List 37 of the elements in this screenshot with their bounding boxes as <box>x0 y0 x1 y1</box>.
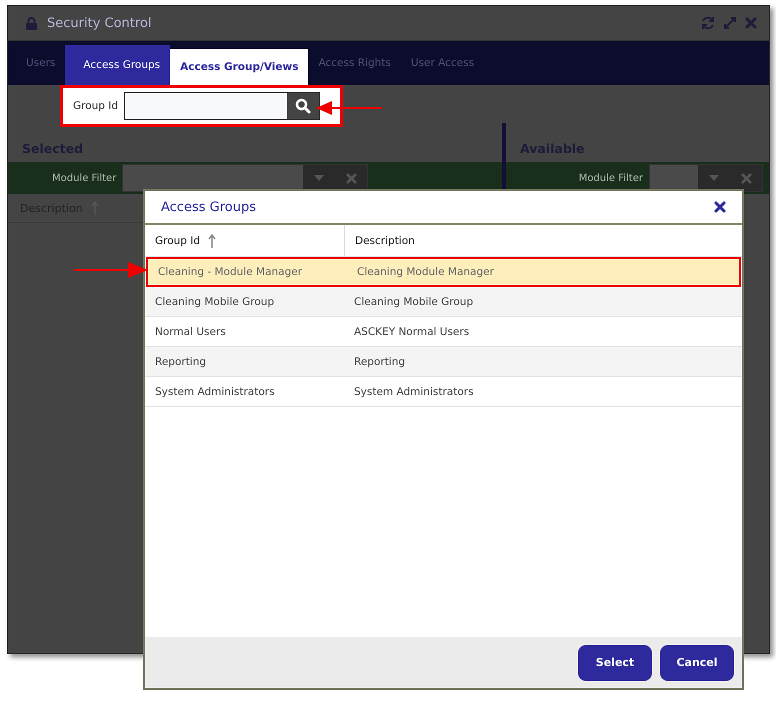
group-id-field[interactable] <box>124 92 320 120</box>
table-cell-text: Cleaning Mobile Group <box>353 294 474 310</box>
dialog-button[interactable]: Select <box>578 644 652 680</box>
window-title: Security Control <box>47 16 153 30</box>
sort-arrow-icon[interactable] <box>208 234 216 248</box>
tab[interactable]: Access Group/Views <box>170 49 308 85</box>
caret-icon <box>314 175 324 181</box>
table-cell-text: Reporting <box>154 354 208 370</box>
column-header[interactable]: Group Id <box>155 234 200 246</box>
search-icon <box>295 98 312 114</box>
table-row[interactable]: System Administrators System Administrators <box>145 377 742 407</box>
filter-label: Module Filter <box>52 172 116 184</box>
lock-icon <box>26 16 37 30</box>
table-cell-text: Cleaning - Module Manager <box>157 265 304 280</box>
module-filter-dropdown[interactable] <box>122 164 368 192</box>
table-row[interactable]: Cleaning Mobile Group Cleaning Mobile Group <box>145 287 742 317</box>
table-cell-text: Cleaning Mobile Group <box>154 294 276 310</box>
dialog-title: Access Groups <box>161 200 257 214</box>
field-label: Group Id <box>73 100 118 112</box>
column-header[interactable]: Description <box>355 234 415 246</box>
clear-icon[interactable] <box>346 172 357 184</box>
table-cell-text: Normal Users <box>154 324 227 340</box>
filter-label: Module Filter <box>578 172 643 184</box>
table-row[interactable]: Reporting Reporting <box>145 347 742 377</box>
caret-icon <box>709 175 719 181</box>
table-cell-text: System Administrators <box>154 384 276 400</box>
table-row[interactable]: Cleaning - Module Manager Cleaning Module Manager <box>146 257 741 287</box>
module-filter-dropdown[interactable] <box>649 164 763 192</box>
tab[interactable]: Access Groups <box>65 45 170 85</box>
table-cell-text: Reporting <box>353 354 406 370</box>
dialog-button[interactable]: Cancel <box>660 644 734 680</box>
table-cell-text: Cleaning Module Manager <box>356 265 495 280</box>
close-icon[interactable] <box>714 201 726 213</box>
search-button[interactable] <box>287 93 320 119</box>
table-cell-text: System Administrators <box>353 384 475 400</box>
table-cell-text: ASCKEY Normal Users <box>353 324 470 340</box>
clear-icon[interactable] <box>740 172 752 184</box>
